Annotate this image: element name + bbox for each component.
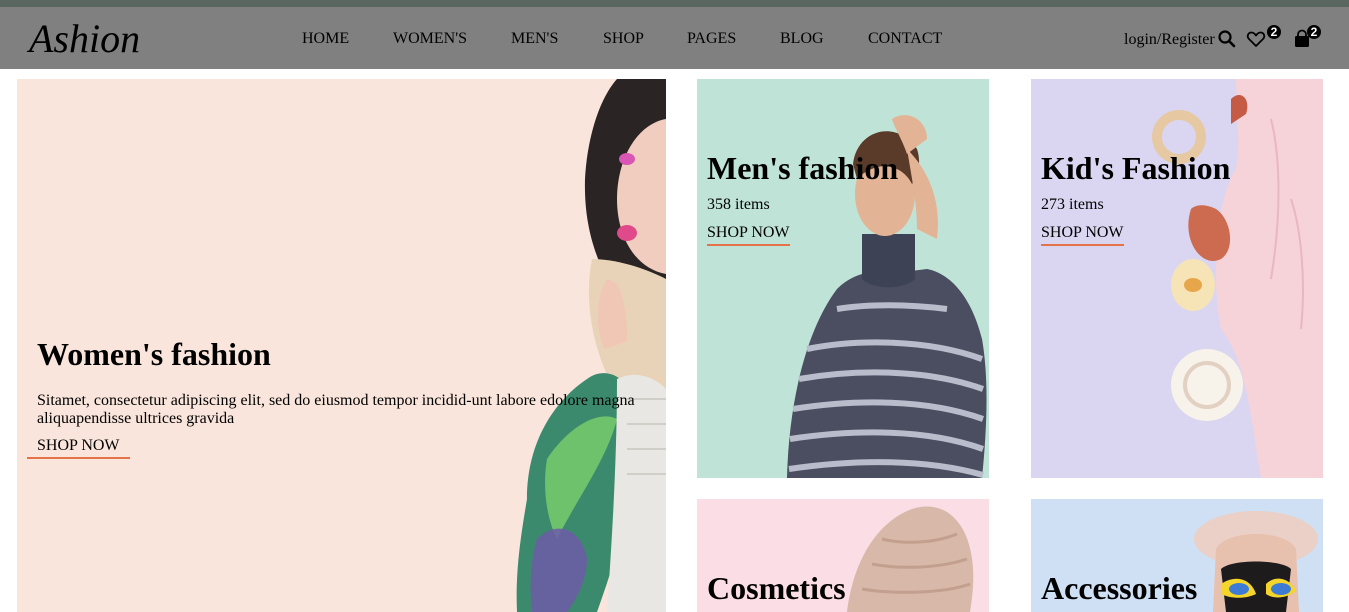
cosmetics-card-title: Cosmetics [707, 570, 846, 606]
category-card-women[interactable]: Women's fashion Sitamet, consectetur adi… [17, 79, 666, 612]
accessories-card-title: Accessories [1041, 570, 1198, 606]
kids-card-title: Kid's Fashion [1041, 150, 1231, 186]
wishlist-count-badge: 2 [1267, 25, 1281, 39]
accessories-model-image [1194, 511, 1318, 612]
nav-home[interactable]: HOME [302, 30, 349, 48]
men-shop-now-link[interactable]: SHOP NOW [707, 224, 790, 246]
women-card-description: Sitamet, consectetur adipiscing elit, se… [37, 392, 635, 427]
kids-item-count: 273 items [1041, 196, 1104, 213]
site-header: Ashion HOME WOMEN'S MEN'S SHOP PAGES BLO… [0, 7, 1349, 69]
women-card-title: Women's fashion [37, 336, 271, 372]
women-model-image [516, 79, 666, 612]
top-strip [0, 0, 1349, 7]
cart-count-badge: 2 [1307, 25, 1321, 39]
cosmetics-image [847, 506, 974, 612]
search-icon[interactable] [1217, 29, 1237, 49]
nav-shop[interactable]: SHOP [603, 30, 644, 48]
nav-pages[interactable]: PAGES [687, 30, 736, 48]
men-item-count: 358 items [707, 196, 770, 213]
kids-shop-now-link[interactable]: SHOP NOW [1041, 224, 1124, 246]
nav-mens[interactable]: MEN'S [511, 30, 558, 48]
men-card-title: Men's fashion [707, 150, 899, 186]
nav-blog[interactable]: BLOG [780, 30, 824, 48]
category-card-kids[interactable]: Kid's Fashion 273 items SHOP NOW [1031, 79, 1323, 478]
nav-womens[interactable]: WOMEN'S [393, 30, 467, 48]
login-register-link[interactable]: login/Register [1124, 31, 1215, 49]
nav-contact[interactable]: CONTACT [868, 30, 942, 48]
women-shop-now-link[interactable]: SHOP NOW [27, 437, 130, 459]
category-card-men[interactable]: Men's fashion 358 items SHOP NOW [697, 79, 989, 478]
category-card-cosmetics[interactable]: Cosmetics [697, 499, 989, 612]
kids-products-image [1152, 79, 1323, 478]
heart-icon[interactable] [1246, 29, 1266, 49]
site-logo[interactable]: Ashion [29, 17, 140, 61]
category-card-accessories[interactable]: Accessories [1031, 499, 1323, 612]
